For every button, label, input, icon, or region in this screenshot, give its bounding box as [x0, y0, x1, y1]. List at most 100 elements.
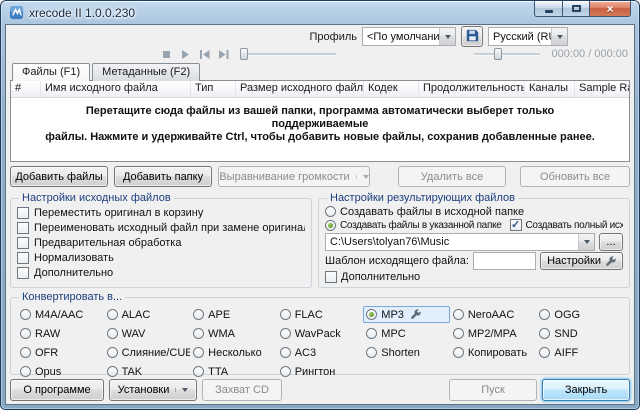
- seek-slider[interactable]: [240, 47, 336, 61]
- wrench-icon: [605, 256, 616, 267]
- format-option[interactable]: Рингтон: [277, 363, 364, 380]
- add-folder-button[interactable]: Добавить папку: [114, 166, 212, 187]
- presets-button[interactable]: Установки: [109, 379, 197, 401]
- settings-panels: Настройки исходных файлов Переместить ор…: [10, 192, 630, 288]
- source-option[interactable]: Дополнительно: [17, 265, 305, 280]
- chevron-down-icon[interactable]: [578, 234, 594, 250]
- format-option[interactable]: TAK: [104, 363, 191, 380]
- output-path-combobox[interactable]: C:\Users\tolyan76\Music: [325, 233, 595, 251]
- format-option[interactable]: OGG: [536, 306, 623, 323]
- about-button[interactable]: О программе: [10, 379, 104, 401]
- stop-icon[interactable]: [160, 49, 173, 60]
- tab-files[interactable]: Файлы (F1): [12, 63, 90, 81]
- column-header[interactable]: Имя исходного файла: [41, 81, 191, 97]
- wrench-icon: [410, 309, 421, 320]
- format-option[interactable]: M4A/AAC: [17, 306, 104, 323]
- format-option[interactable]: FLAC: [277, 306, 364, 323]
- checkbox-icon[interactable]: [510, 219, 522, 231]
- column-header[interactable]: Размер исходного файла: [236, 81, 364, 97]
- source-option-label: Нормализовать: [34, 252, 114, 264]
- column-header[interactable]: #: [11, 81, 41, 97]
- next-icon[interactable]: [217, 49, 230, 60]
- volume-leveling-button[interactable]: Выравнивание громкости: [218, 166, 370, 187]
- format-option[interactable]: OFR: [17, 344, 104, 361]
- format-option[interactable]: Копировать: [450, 344, 537, 361]
- format-option[interactable]: MPC: [363, 325, 450, 342]
- close-icon[interactable]: ×: [589, 1, 631, 17]
- source-option[interactable]: Нормализовать: [17, 250, 305, 265]
- refresh-all-button[interactable]: Обновить все: [520, 166, 630, 187]
- tab-strip: Файлы (F1) Метаданные (F2): [10, 63, 630, 81]
- add-files-button[interactable]: Добавить файлы: [10, 166, 108, 187]
- maximize-icon[interactable]: [562, 1, 589, 17]
- delete-all-button[interactable]: Удалить все: [398, 166, 506, 187]
- close-button[interactable]: Закрыть: [542, 379, 630, 401]
- source-option[interactable]: Переместить оригинал в корзину: [17, 205, 305, 220]
- radio-icon: [107, 328, 118, 339]
- column-header[interactable]: Продолжительность: [419, 81, 525, 97]
- source-option[interactable]: Предварительная обработка: [17, 235, 305, 250]
- save-profile-button[interactable]: [461, 26, 483, 47]
- output-advanced-option[interactable]: Дополнительно: [325, 271, 623, 283]
- source-option[interactable]: Переименовать исходный файл при замене о…: [17, 220, 305, 235]
- chevron-down-icon[interactable]: [439, 28, 455, 45]
- format-option[interactable]: WMA: [190, 325, 277, 342]
- radio-icon: [539, 328, 550, 339]
- language-select[interactable]: Русский (RU): [488, 27, 568, 46]
- radio-icon: [366, 328, 377, 339]
- format-option[interactable]: Слияние/CUE: [104, 344, 191, 361]
- source-option-label: Переименовать исходный файл при замене о…: [34, 222, 305, 234]
- radio-icon: [539, 347, 550, 358]
- template-settings-button[interactable]: Настройки: [540, 252, 623, 270]
- titlebar[interactable]: xrecode II 1.0.0.230 ×: [1, 1, 639, 24]
- format-option[interactable]: MP2/MPA: [450, 325, 537, 342]
- format-label: OFR: [35, 347, 58, 359]
- volume-slider[interactable]: [474, 47, 540, 61]
- column-header[interactable]: Sample Rate: [575, 81, 629, 97]
- minimize-icon[interactable]: [534, 1, 562, 17]
- output-custom-folder-label[interactable]: Создавать файлы в указанной папке: [340, 220, 502, 231]
- format-option[interactable]: SND: [536, 325, 623, 342]
- output-advanced-label: Дополнительно: [341, 271, 420, 283]
- format-option[interactable]: AIFF: [536, 344, 623, 361]
- output-same-folder-option[interactable]: Создавать файлы в исходной папке: [325, 205, 623, 218]
- format-label: MP2/MPA: [468, 328, 517, 340]
- profile-label: Профиль: [310, 31, 358, 43]
- source-option-label: Дополнительно: [34, 267, 113, 279]
- format-option[interactable]: ALAC: [104, 306, 191, 323]
- column-header[interactable]: Каналы: [525, 81, 575, 97]
- format-option[interactable]: WAV: [104, 325, 191, 342]
- format-option[interactable]: AC3: [277, 344, 364, 361]
- chevron-down-icon[interactable]: [551, 28, 567, 45]
- play-icon[interactable]: [179, 49, 192, 60]
- previous-icon[interactable]: [198, 49, 211, 60]
- tab-metadata[interactable]: Метаданные (F2): [92, 63, 200, 81]
- browse-button[interactable]: ...: [599, 233, 623, 251]
- format-option[interactable]: RAW: [17, 325, 104, 342]
- format-option[interactable]: APE: [190, 306, 277, 323]
- format-option[interactable]: NeroAAC: [450, 306, 537, 323]
- start-button[interactable]: Пуск: [449, 379, 537, 401]
- radio-icon: [366, 309, 377, 320]
- volume-slider-thumb[interactable]: [494, 48, 502, 60]
- column-header[interactable]: Кодек: [364, 81, 419, 97]
- format-option[interactable]: Shorten: [363, 344, 450, 361]
- radio-icon: [280, 328, 291, 339]
- rip-cd-button[interactable]: Захват CD: [202, 379, 282, 401]
- checkbox-icon: [17, 207, 29, 219]
- format-option[interactable]: Несколько: [190, 344, 277, 361]
- format-option[interactable]: TTA: [190, 363, 277, 380]
- format-option[interactable]: WavPack: [277, 325, 364, 342]
- format-option[interactable]: Opus: [17, 363, 104, 380]
- language-value: Русский (RU): [489, 31, 551, 43]
- profile-select[interactable]: <По умолчанию>: [362, 27, 456, 46]
- radio-icon[interactable]: [325, 220, 336, 231]
- file-drop-area[interactable]: Перетащите сюда файлы из вашей папки, пр…: [11, 98, 629, 161]
- format-option[interactable]: MP3: [363, 306, 450, 323]
- column-header[interactable]: Тип: [191, 81, 236, 97]
- profile-value: <По умолчанию>: [363, 31, 439, 43]
- seek-slider-thumb[interactable]: [240, 48, 248, 60]
- radio-icon: [366, 347, 377, 358]
- template-input[interactable]: [473, 252, 536, 270]
- full-path-checkbox-label[interactable]: Создавать полный исходящий путь: [526, 220, 623, 231]
